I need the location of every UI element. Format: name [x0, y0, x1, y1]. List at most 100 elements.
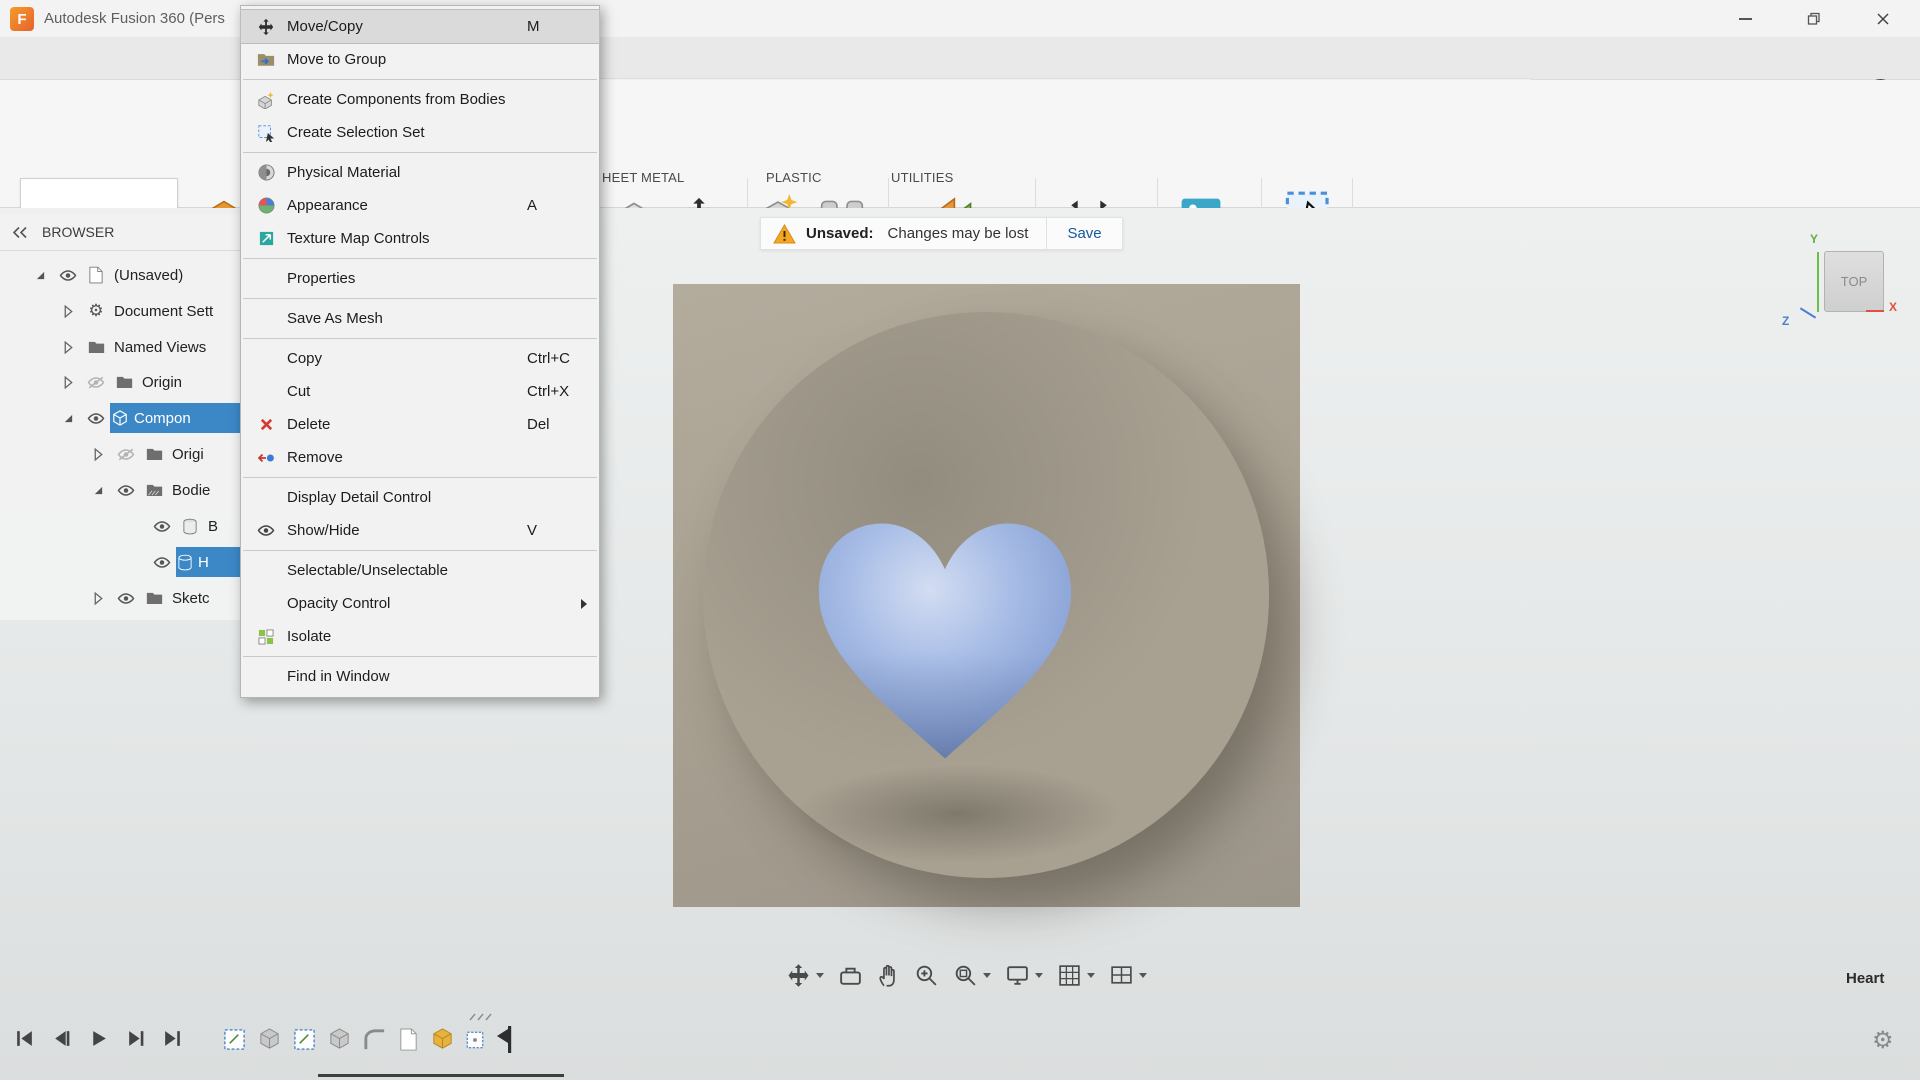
menu-item-move-to-group[interactable]: Move to Group	[241, 43, 599, 76]
folder-icon	[82, 340, 110, 354]
minimize-button[interactable]	[1723, 0, 1767, 37]
heart-body[interactable]	[799, 512, 1091, 770]
settings-gear-button[interactable]: ⚙	[1872, 1026, 1894, 1055]
menu-separator	[243, 338, 597, 339]
visibility-eye-icon[interactable]	[112, 484, 140, 497]
menu-item-move-copy[interactable]: Move/Copy M	[241, 10, 599, 43]
timeline-position-marker[interactable]	[495, 1026, 513, 1053]
menu-item-isolate[interactable]: Isolate	[241, 620, 599, 653]
active-component-label: Heart	[1846, 970, 1884, 987]
collapse-toggle-icon[interactable]	[54, 305, 82, 318]
go-to-start-button[interactable]	[14, 1028, 35, 1049]
collapse-toggle-icon[interactable]	[54, 376, 82, 389]
tab-utilities[interactable]: UTILITIES	[891, 170, 953, 185]
menu-item-find-in-window[interactable]: Find in Window	[241, 660, 599, 693]
collapse-toggle-icon[interactable]	[54, 341, 82, 354]
fit-icon	[953, 963, 978, 988]
menu-item-appearance[interactable]: Appearance A	[241, 189, 599, 222]
model-base-plate[interactable]	[673, 284, 1300, 907]
grid-layout-button[interactable]	[1057, 963, 1095, 988]
tree-label: B	[208, 518, 218, 535]
look-at-button[interactable]	[838, 963, 863, 988]
folder-icon	[140, 447, 168, 461]
feature-extrude-icon[interactable]	[257, 1027, 282, 1052]
menu-separator	[243, 656, 597, 657]
menu-separator	[243, 79, 597, 80]
expand-toggle-icon[interactable]	[54, 413, 82, 424]
step-forward-button[interactable]	[125, 1028, 146, 1049]
orbit-button[interactable]	[786, 963, 824, 988]
maximize-button[interactable]	[1792, 0, 1836, 37]
orbit-icon	[786, 963, 811, 988]
visibility-eye-icon[interactable]	[54, 269, 82, 282]
gear-glyph: ⚙	[88, 301, 103, 321]
menu-item-create-selection-set[interactable]: Create Selection Set	[241, 116, 599, 149]
tree-label: H	[198, 554, 209, 571]
menu-item-physical-material[interactable]: Physical Material	[241, 156, 599, 189]
visibility-eye-icon[interactable]	[112, 592, 140, 605]
menu-item-copy[interactable]: Copy Ctrl+C	[241, 342, 599, 375]
y-axis-label: Y	[1810, 232, 1818, 246]
pan-button[interactable]	[877, 963, 900, 988]
feature-paste-icon[interactable]	[397, 1027, 420, 1052]
fusion-logo-icon: F	[10, 7, 34, 31]
visibility-eye-icon[interactable]	[82, 412, 110, 425]
visibility-eye-off-icon[interactable]	[82, 376, 110, 389]
expand-toggle-icon[interactable]	[26, 270, 54, 281]
feature-form-icon[interactable]	[430, 1027, 455, 1052]
body-cylinder-icon	[178, 554, 192, 571]
tree-label: Bodie	[172, 482, 210, 499]
visibility-eye-icon[interactable]	[148, 520, 176, 533]
close-button[interactable]	[1861, 0, 1905, 37]
menu-item-selectable-unselectable[interactable]: Selectable/Unselectable	[241, 554, 599, 587]
menu-item-properties[interactable]: Properties	[241, 262, 599, 295]
selection-set-icon	[251, 124, 281, 142]
expand-toggle-icon[interactable]	[84, 485, 112, 496]
z-axis-line	[1800, 307, 1816, 318]
warning-save-link[interactable]: Save	[1067, 225, 1101, 242]
display-settings-button[interactable]	[1005, 963, 1043, 988]
menu-item-remove[interactable]: Remove	[241, 441, 599, 474]
warning-message: Changes may be lost	[888, 225, 1029, 242]
menu-item-create-components-from-bodies[interactable]: Create Components from Bodies	[241, 83, 599, 116]
feature-extrude-icon[interactable]	[327, 1027, 352, 1052]
tree-label: Compon	[134, 410, 191, 427]
menu-item-label: Physical Material	[287, 164, 400, 181]
menu-item-opacity-control[interactable]: Opacity Control	[241, 587, 599, 620]
collapse-toggle-icon[interactable]	[84, 592, 112, 605]
menu-item-shortcut: M	[527, 18, 540, 35]
menu-item-label: Texture Map Controls	[287, 230, 430, 247]
menu-item-label: Opacity Control	[287, 595, 390, 612]
menu-item-save-as-mesh[interactable]: Save As Mesh	[241, 302, 599, 335]
show-hide-eye-icon	[251, 524, 281, 537]
menu-item-shortcut: Ctrl+C	[527, 350, 570, 367]
menu-item-label: Move/Copy	[287, 18, 363, 35]
view-cube[interactable]: TOP	[1824, 251, 1884, 312]
menu-item-label: Isolate	[287, 628, 331, 645]
tree-label: Sketc	[172, 590, 210, 607]
feature-sketch-icon[interactable]	[292, 1027, 317, 1052]
go-to-end-button[interactable]	[162, 1028, 183, 1049]
timeline-scrollbar[interactable]	[318, 1074, 564, 1077]
tree-label: Origin	[142, 374, 182, 391]
menu-item-label: Selectable/Unselectable	[287, 562, 448, 579]
fit-button[interactable]	[953, 963, 991, 988]
menu-item-show-hide[interactable]: Show/Hide V	[241, 514, 599, 547]
tab-sheet-metal[interactable]: HEET METAL	[602, 170, 684, 185]
collapse-toggle-icon[interactable]	[84, 448, 112, 461]
feature-sketch-icon[interactable]	[222, 1027, 247, 1052]
feature-fillet-icon[interactable]	[362, 1027, 387, 1052]
menu-item-texture-map-controls[interactable]: Texture Map Controls	[241, 222, 599, 255]
zoom-button[interactable]	[914, 963, 939, 988]
step-back-button[interactable]	[51, 1028, 72, 1049]
visibility-eye-off-icon[interactable]	[112, 448, 140, 461]
menu-item-delete[interactable]: Delete Del	[241, 408, 599, 441]
feature-sketch-small-icon[interactable]	[465, 1030, 485, 1050]
visibility-eye-icon[interactable]	[148, 556, 176, 569]
play-button[interactable]	[88, 1028, 109, 1049]
collapse-panel-button[interactable]	[12, 226, 28, 239]
tab-plastic[interactable]: PLASTIC	[766, 170, 822, 185]
menu-item-cut[interactable]: Cut Ctrl+X	[241, 375, 599, 408]
viewports-button[interactable]	[1109, 963, 1147, 988]
menu-item-display-detail-control[interactable]: Display Detail Control	[241, 481, 599, 514]
